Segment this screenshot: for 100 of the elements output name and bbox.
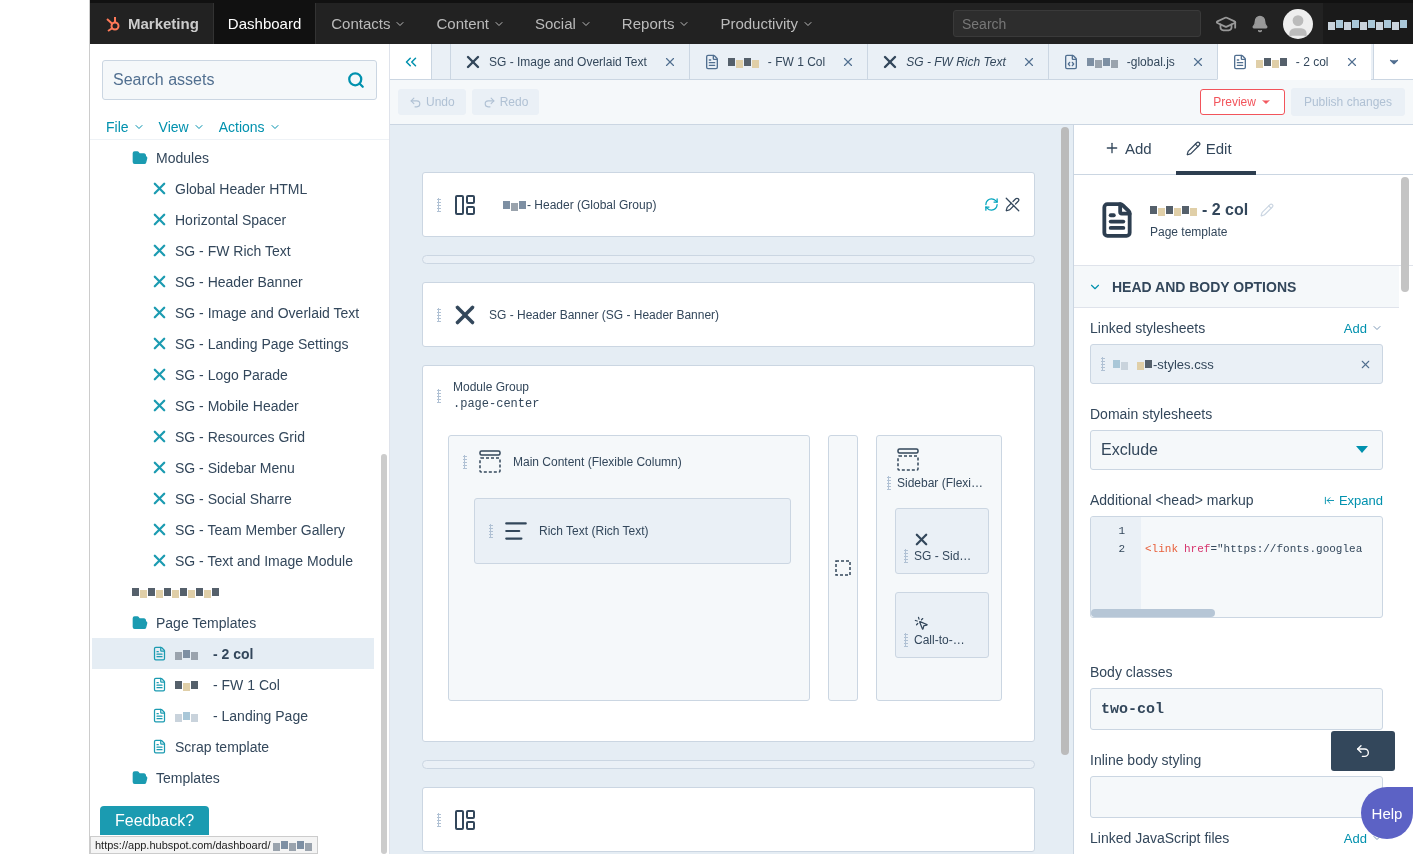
group-class: .page-center: [453, 397, 540, 411]
tree-item[interactable]: Horizontal Spacer: [92, 204, 374, 235]
tree-item[interactable]: SG - Logo Parade: [92, 359, 374, 390]
module-group-card[interactable]: Module Group .page-center Main Content (Flexible Column) Rich Text (Rich Text) Sidebar (Flexi… SG - Sid… Call-to-…: [422, 365, 1035, 742]
column-card[interactable]: Main Content (Flexible Column) Rich Text (Rich Text): [448, 435, 810, 701]
tree-item[interactable]: - Landing Page: [92, 700, 374, 731]
line-number: 2: [1118, 543, 1125, 557]
sync-icon: [984, 197, 999, 212]
undo-icon: [409, 95, 422, 109]
menu-link[interactable]: View: [158, 119, 205, 135]
brand-label[interactable]: Marketing: [128, 15, 199, 32]
nav-item[interactable]: Dashboard: [212, 3, 317, 44]
crossed-tools-icon: [152, 243, 167, 258]
module-card[interactable]: SG - Sid…: [895, 508, 989, 574]
select-field[interactable]: Exclude: [1090, 430, 1383, 470]
module-card[interactable]: SG - Header Banner (SG - Header Banner): [422, 282, 1035, 347]
folder-item[interactable]: Modules: [92, 142, 374, 173]
layout-icon: [453, 192, 477, 217]
pixelated-mark: [272, 839, 313, 851]
tree-item[interactable]: - FW 1 Col: [92, 669, 374, 700]
crossed-tools-icon: [152, 491, 167, 506]
search-field[interactable]: Search: [953, 10, 1201, 37]
expand-icon: [1323, 494, 1335, 506]
column-card[interactable]: Sidebar (Flexi… SG - Sid… Call-to-…: [876, 435, 1002, 701]
code-file-icon: [1062, 53, 1079, 70]
file-icon: [703, 53, 720, 70]
folder-item[interactable]: Page Templates: [92, 607, 374, 638]
tree-item[interactable]: Scrap template: [92, 731, 374, 762]
card-label: SG - Header Banner (SG - Header Banner): [489, 307, 720, 322]
add-link[interactable]: Add: [1343, 320, 1383, 336]
crossed-tools-icon: [152, 212, 167, 227]
tree-item[interactable]: SG - Image and Overlaid Text: [92, 297, 374, 328]
scrollbar[interactable]: [381, 454, 387, 854]
sprocket-logo-icon[interactable]: [104, 14, 122, 33]
tree-item[interactable]: SG - Sidebar Menu: [92, 452, 374, 483]
crossed-tools-icon: [914, 532, 929, 547]
code-editor[interactable]: 1 2 <link href="https://fonts.googlea: [1090, 516, 1383, 618]
folder-item[interactable]: Templates: [92, 762, 374, 793]
crossed-tools-icon: [152, 181, 167, 196]
tree-item[interactable]: Global Header HTML: [92, 173, 374, 204]
panel-tab[interactable]: Edit: [1175, 125, 1256, 175]
collapse-button[interactable]: [390, 44, 432, 79]
tree-item[interactable]: SG - Social Sharre: [92, 483, 374, 514]
file-icon: [1231, 53, 1248, 70]
undo-icon: [1355, 743, 1371, 759]
menu-link[interactable]: File: [106, 119, 145, 135]
layout-icon: [453, 807, 477, 832]
folder-icon: [132, 769, 148, 786]
stylesheet-item[interactable]: -styles.css: [1090, 344, 1383, 384]
field-label: Domain stylesheets: [1090, 406, 1213, 422]
tree-item[interactable]: SG - Header Banner: [92, 266, 374, 297]
dashed-square-icon: [835, 560, 851, 576]
crossed-tools-icon: [152, 274, 167, 289]
pixelated-mark: [727, 55, 760, 68]
input-field[interactable]: two-col: [1090, 688, 1383, 730]
nav-item[interactable]: Social: [520, 3, 607, 44]
nav-item[interactable]: Productivity: [705, 3, 829, 44]
code-line: <link href="https://fonts.googlea: [1145, 543, 1363, 557]
crossed-tools-icon: [152, 336, 167, 351]
folder-label: Page Templates: [156, 614, 257, 631]
tree-item[interactable]: SG - Resources Grid: [92, 421, 374, 452]
panel-tab[interactable]: Add: [1094, 125, 1176, 175]
column-icon: [479, 450, 501, 474]
tree-item[interactable]: - 2 col: [92, 638, 374, 669]
scrollbar[interactable]: [1061, 127, 1069, 755]
pixelated-mark: [503, 198, 527, 211]
module-card[interactable]: Call-to-…: [895, 592, 989, 658]
crossed-tools-icon: [465, 53, 481, 70]
pencil-icon: [1185, 140, 1201, 156]
crossed-tools-icon: [152, 398, 167, 413]
section-header[interactable]: HEAD AND BODY OPTIONS: [1074, 266, 1399, 308]
file-tab[interactable]: - 2 col: [1216, 44, 1371, 80]
line-number: 1: [1118, 525, 1125, 539]
folder-label: Modules: [156, 149, 209, 166]
global-group-card[interactable]: - Header (Global Group): [422, 172, 1035, 237]
template-type: Page template: [1150, 225, 1229, 239]
tree-item[interactable]: SG - FW Rich Text: [92, 235, 374, 266]
nav-item[interactable]: Content: [421, 3, 520, 44]
tree-item[interactable]: SG - Mobile Header: [92, 390, 374, 421]
caret-icon: [1356, 446, 1368, 454]
avatar[interactable]: [1283, 8, 1313, 39]
nav-item[interactable]: Contacts: [316, 3, 422, 44]
menu-link[interactable]: Actions: [218, 119, 281, 135]
column-label: Sidebar (Flexi…: [897, 476, 984, 490]
field-label: Linked stylesheets: [1090, 320, 1206, 336]
crossed-tools-icon: [152, 305, 167, 320]
expand-link[interactable]: Expand: [1323, 492, 1383, 508]
crossed-tools-icon: [152, 367, 167, 382]
module-card[interactable]: Rich Text (Rich Text): [474, 498, 791, 564]
tree-item[interactable]: SG - Text and Image Module: [92, 545, 374, 576]
nav-item[interactable]: Reports: [606, 3, 706, 44]
bell-icon[interactable]: [1251, 14, 1269, 33]
field-label: Additional <head> markup: [1090, 492, 1254, 508]
search-icon: [347, 71, 365, 89]
undo-button[interactable]: [1331, 731, 1395, 771]
tree-item[interactable]: SG - Landing Page Settings: [92, 328, 374, 359]
scrollbar[interactable]: [1091, 609, 1215, 617]
scrollbar[interactable]: [1401, 177, 1409, 292]
crossed-tools-icon: [152, 429, 167, 444]
tree-item[interactable]: SG - Team Member Gallery: [92, 514, 374, 545]
